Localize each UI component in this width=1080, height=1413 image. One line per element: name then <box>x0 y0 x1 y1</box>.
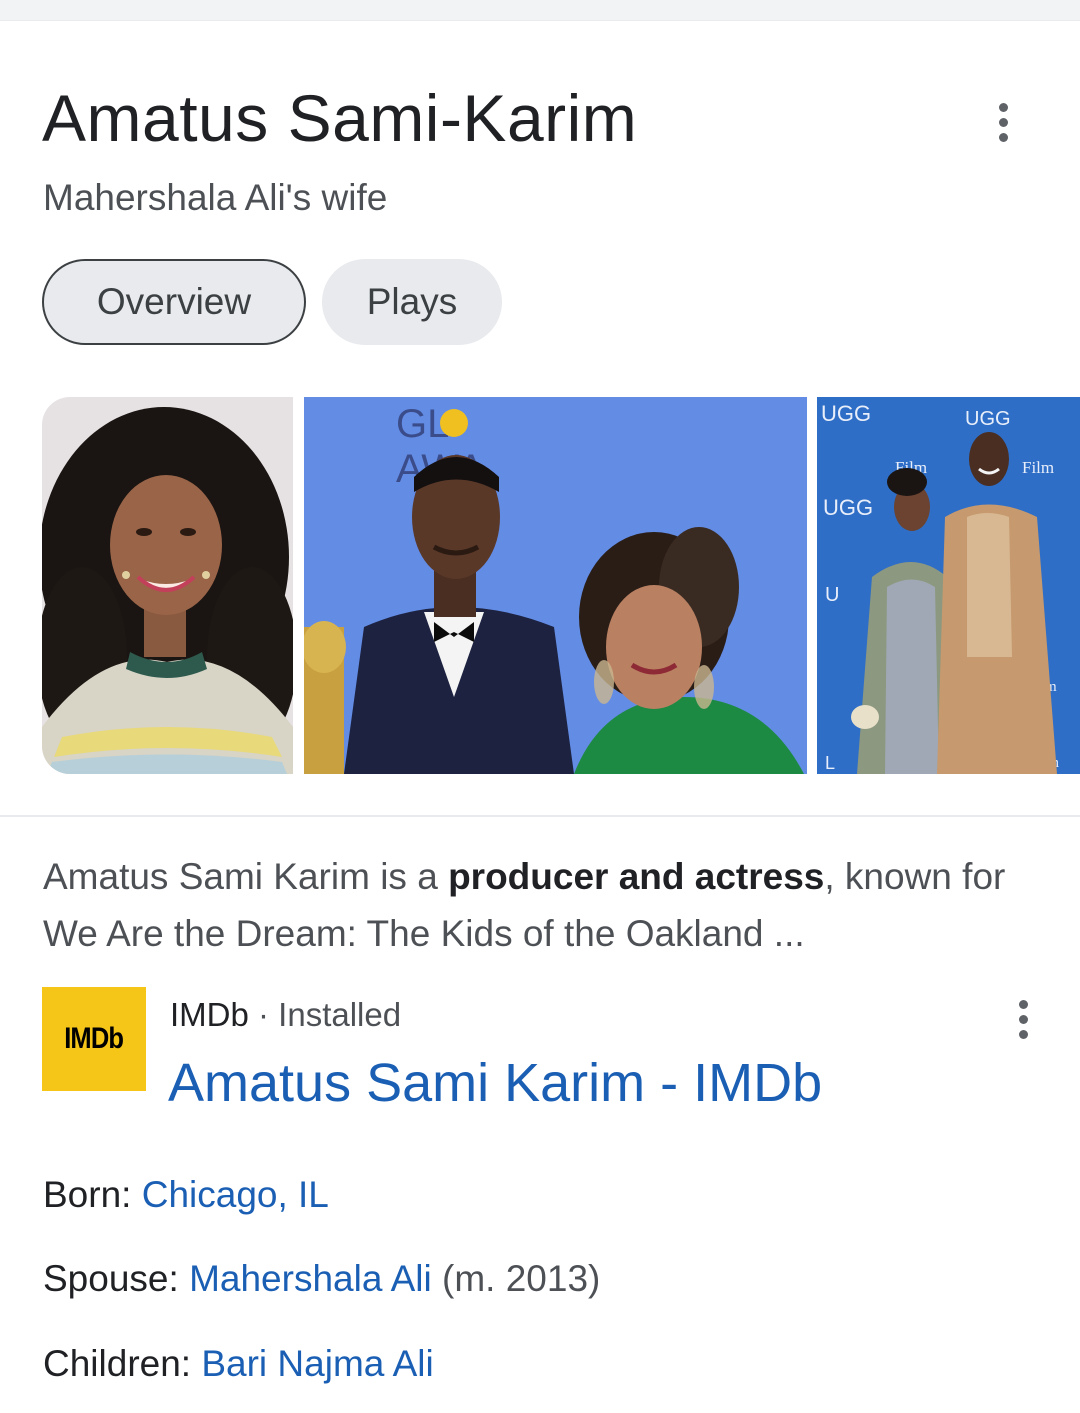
ugg-text-1: UGG <box>821 401 871 426</box>
ugg-text-2: UGG <box>965 408 1011 430</box>
ugg-text-3: UGG <box>823 495 873 520</box>
fact-children-label: Children: <box>43 1343 202 1384</box>
description-bold: producer and actress <box>448 856 825 897</box>
source-status: Installed <box>278 996 402 1033</box>
imdb-logo[interactable]: IMDb <box>42 987 146 1091</box>
u-text: U <box>825 584 839 606</box>
fact-born-label: Born: <box>43 1174 142 1215</box>
fact-spouse-label: Spouse: <box>43 1258 190 1299</box>
source-line: IMDb · Installed <box>170 996 401 1034</box>
fact-spouse: Spouse: Mahershala Ali (m. 2013) <box>43 1258 600 1300</box>
fact-children-value[interactable]: Bari Najma Ali <box>201 1343 433 1384</box>
fact-born: Born: Chicago, IL <box>43 1174 329 1216</box>
tab-overview[interactable]: Overview <box>42 259 306 345</box>
gallery-image-portrait[interactable] <box>42 397 293 774</box>
source-separator: · <box>248 996 279 1033</box>
image-gallery: GL AWA UGG <box>42 397 1080 774</box>
gallery-image-couple-awards[interactable]: GL AWA <box>304 397 807 774</box>
gallery-image-film-festival[interactable]: UGG UGG UGG U Film Film m ilm L <box>817 397 1080 774</box>
fact-born-value[interactable]: Chicago, IL <box>142 1174 329 1215</box>
fact-children: Children: Bari Najma Ali <box>43 1343 434 1385</box>
more-options-icon[interactable] <box>983 92 1023 152</box>
imdb-logo-text: IMDb <box>64 1022 125 1055</box>
l-text: L <box>825 753 835 773</box>
description-text-start: Amatus Sami Karim is a <box>43 856 449 897</box>
source-site: IMDb <box>170 996 249 1033</box>
entity-title: Amatus Sami-Karim <box>42 81 638 155</box>
entity-description: Amatus Sami Karim is a producer and actr… <box>43 848 1043 962</box>
section-divider <box>0 815 1080 817</box>
fact-spouse-value[interactable]: Mahershala Ali <box>189 1258 432 1299</box>
top-strip <box>0 0 1080 21</box>
fact-spouse-extra: (m. 2013) <box>431 1258 601 1299</box>
tab-plays[interactable]: Plays <box>322 259 502 345</box>
result-more-options-icon[interactable] <box>1003 989 1043 1049</box>
film-text-2: Film <box>1022 458 1054 477</box>
imdb-result-link[interactable]: Amatus Sami Karim - IMDb <box>168 1052 822 1114</box>
entity-subtitle: Mahershala Ali's wife <box>43 177 388 218</box>
